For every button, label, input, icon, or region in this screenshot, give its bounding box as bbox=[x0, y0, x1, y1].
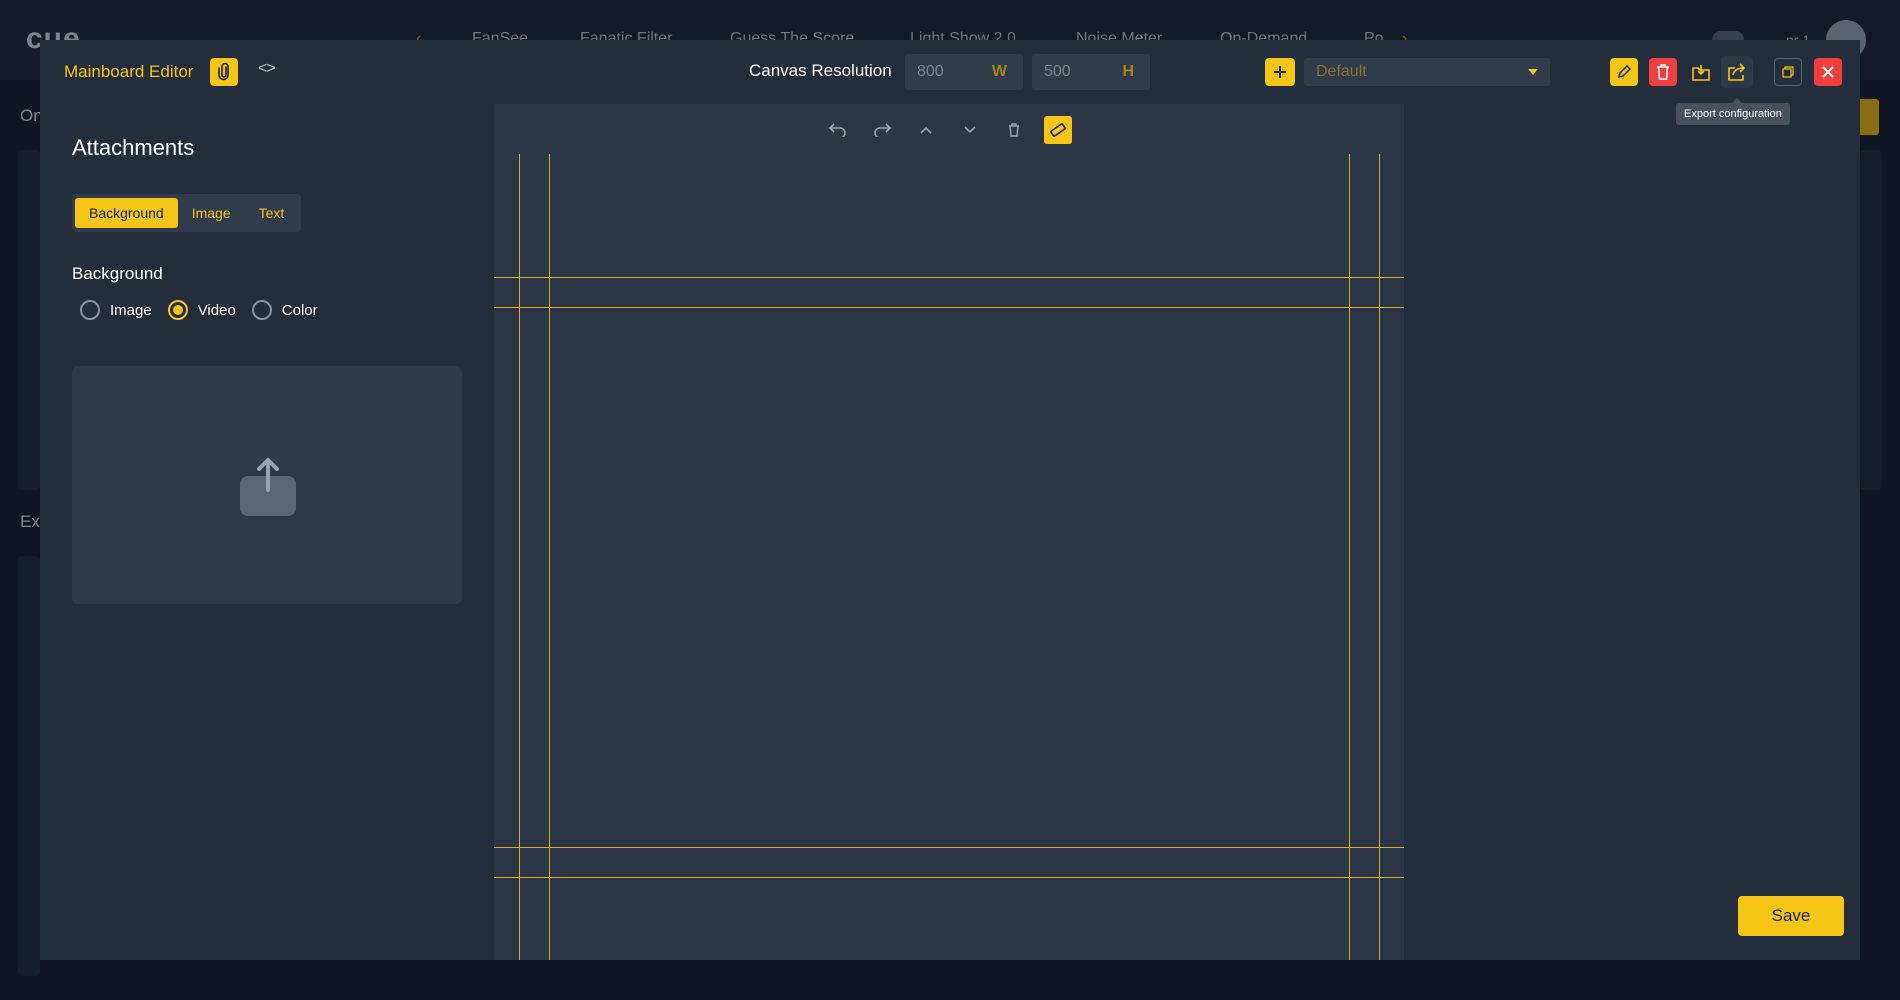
guide-line-horizontal[interactable] bbox=[494, 307, 1404, 308]
window-button[interactable] bbox=[1774, 58, 1802, 86]
window-icon bbox=[1782, 66, 1794, 78]
radio-circle[interactable] bbox=[251, 300, 272, 320]
canvas-resolution-label: Canvas Resolution bbox=[749, 61, 892, 80]
guide-line-horizontal[interactable] bbox=[494, 847, 1404, 848]
close-button[interactable] bbox=[1814, 58, 1842, 86]
code-icon[interactable]: <> bbox=[258, 60, 276, 78]
radio-label: Image bbox=[110, 301, 152, 319]
paperclip-icon bbox=[218, 63, 229, 81]
tab-background[interactable]: Background bbox=[75, 198, 178, 228]
trash-icon bbox=[1009, 123, 1019, 137]
background-section-title: Background bbox=[72, 264, 163, 283]
height-value: 500 bbox=[1044, 63, 1071, 80]
import-button[interactable] bbox=[1687, 58, 1715, 86]
add-preset-button[interactable] bbox=[1265, 58, 1295, 86]
delete-layer-button[interactable] bbox=[1000, 116, 1028, 144]
undo-button[interactable] bbox=[824, 116, 852, 144]
radio-circle[interactable] bbox=[80, 300, 100, 320]
bg-panel bbox=[1860, 150, 1882, 490]
pencil-icon bbox=[1617, 65, 1631, 79]
guide-line-vertical[interactable] bbox=[1349, 154, 1350, 960]
redo-button[interactable] bbox=[868, 116, 896, 144]
guide-line-vertical[interactable] bbox=[549, 154, 550, 960]
preset-value: Default bbox=[1316, 63, 1367, 80]
edit-button[interactable] bbox=[1610, 58, 1638, 86]
chevron-up-icon bbox=[920, 126, 932, 134]
radio-label: Video bbox=[197, 301, 236, 319]
save-button[interactable]: Save bbox=[1738, 896, 1844, 936]
import-icon bbox=[1692, 65, 1710, 81]
mainboard-editor-modal: Mainboard Editor <> Canvas Resolution 80… bbox=[40, 40, 1860, 960]
guide-line-horizontal[interactable] bbox=[494, 877, 1404, 878]
canvas-width-field[interactable]: 800 W bbox=[905, 54, 1023, 90]
plus-icon bbox=[1274, 66, 1286, 78]
guide-line-vertical[interactable] bbox=[1379, 154, 1380, 960]
export-icon bbox=[1728, 63, 1746, 81]
move-up-button[interactable] bbox=[912, 116, 940, 144]
width-unit: W bbox=[991, 63, 1007, 80]
radio-video[interactable]: Video bbox=[167, 300, 236, 320]
attachments-title: Attachments bbox=[72, 135, 195, 160]
chevron-down-icon bbox=[1528, 69, 1538, 75]
close-icon bbox=[1822, 66, 1834, 78]
preset-select[interactable]: Default bbox=[1304, 58, 1550, 86]
ruler-toggle[interactable] bbox=[1044, 116, 1072, 144]
radio-circle[interactable] bbox=[167, 300, 188, 320]
modal-title: Mainboard Editor bbox=[64, 62, 194, 81]
export-tooltip: Export configuration bbox=[1676, 98, 1790, 125]
trash-icon bbox=[1657, 64, 1669, 80]
move-down-button[interactable] bbox=[956, 116, 984, 144]
ruler-icon bbox=[1050, 123, 1066, 137]
bg-panel bbox=[18, 556, 40, 976]
radio-color[interactable]: Color bbox=[251, 300, 318, 320]
width-value: 800 bbox=[917, 63, 944, 80]
radio-label: Color bbox=[281, 301, 318, 319]
guide-line-vertical[interactable] bbox=[519, 154, 520, 960]
canvas-height-field[interactable]: 500 H bbox=[1032, 54, 1150, 90]
tab-text[interactable]: Text bbox=[245, 198, 299, 228]
background-type-radios: Image Video Color bbox=[80, 300, 334, 320]
tab-image[interactable]: Image bbox=[178, 198, 245, 228]
guide-line-horizontal[interactable] bbox=[494, 277, 1404, 278]
radio-image[interactable]: Image bbox=[80, 300, 152, 320]
chevron-down-icon bbox=[964, 126, 976, 134]
height-unit: H bbox=[1122, 63, 1134, 80]
upload-dropzone[interactable] bbox=[72, 366, 462, 604]
upload-icon bbox=[240, 457, 296, 516]
undo-icon bbox=[829, 123, 846, 137]
canvas-toolbar bbox=[824, 116, 1088, 144]
export-button[interactable] bbox=[1721, 56, 1753, 88]
attachment-tabs: Background Image Text bbox=[72, 194, 302, 232]
attach-button[interactable] bbox=[210, 58, 238, 86]
redo-icon bbox=[874, 123, 891, 137]
bg-action-button bbox=[1857, 99, 1879, 135]
editor-canvas[interactable] bbox=[494, 104, 1404, 960]
delete-button[interactable] bbox=[1649, 58, 1677, 86]
bg-panel bbox=[18, 150, 40, 490]
